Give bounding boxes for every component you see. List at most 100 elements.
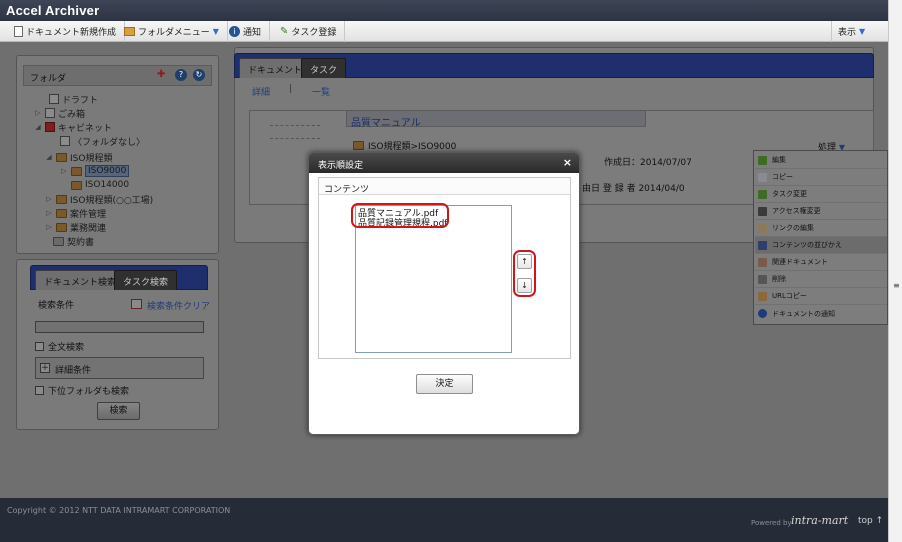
help-icon[interactable]: ? [175,69,187,81]
info-icon: i [229,26,240,37]
fulltext-checkbox-row[interactable]: 全文検索 [35,340,84,353]
tree-item-label: ごみ箱 [58,109,86,120]
tree-item-iso-factory[interactable]: ▷ ISO規程類(○○工場) [45,193,153,206]
menu-item-access[interactable]: アクセス権変更 [755,203,887,220]
task-register-button[interactable]: ✎ タスク登録 [274,21,346,42]
clear-icon [131,299,142,309]
tree-item-project[interactable]: ▷ 案件管理 [45,207,106,220]
folder-menu-button[interactable]: フォルダメニュー ▼ [118,21,228,42]
expand-icon[interactable]: ▷ [60,167,68,175]
tab-document-search[interactable]: ドキュメント検索 [35,270,126,290]
menu-item-label: 編集 [772,156,786,164]
menu-item-link-edit[interactable]: リンクの編集 [755,220,887,237]
plus-icon[interactable]: + [40,363,50,373]
contract-icon [53,236,64,246]
highlight-annotation [513,250,536,297]
menu-item-related[interactable]: 関連ドキュメント [755,254,887,271]
folder-icon [71,180,82,190]
registered-info: 由日 登 録 者 2014/04/0 [582,184,685,194]
folder-icon [56,194,67,204]
app-title: Accel Archiver [6,3,100,18]
tree-item-iso14000[interactable]: ISO14000 [60,179,129,191]
chevron-down-icon: ▼ [859,27,866,36]
toolbar: ドキュメント新規作成 フォルダメニュー ▼ i 通知 ✎ タスク登録 表示 ▼ [0,21,888,42]
tab-task-search[interactable]: タスク検索 [114,270,178,290]
menu-item-label: 削除 [772,275,786,283]
folder-panel-title: フォルダ [30,74,67,84]
tree-item-label: ISO規程類 [70,153,113,164]
sort-order-dialog: 表示順設定 × コンテンツ 品質マニュアル.pdf 品質記録管理規程.pdf ↑… [308,152,580,435]
tree-item-draft[interactable]: ドラフト [38,93,98,106]
tree-item-label: ISO9000 [85,165,130,177]
menu-item-label: コンテンツの並びかえ [772,241,842,249]
clear-condition-link[interactable]: 検索条件クリア [147,299,210,312]
folder-icon [56,152,67,162]
search-condition-label: 検索条件 [38,301,75,311]
contents-section-header: コンテンツ [319,178,570,195]
tree-item-iso[interactable]: ◢ ISO規程類 [45,151,113,164]
menu-item-notify[interactable]: ドキュメントの通知 [755,305,887,322]
link-icon [758,223,767,233]
folder-none-icon [60,136,70,146]
notice-button[interactable]: i 通知 [223,21,271,42]
document-title-bar: 品質マニュアル [346,110,646,129]
tree-item-label: ISO14000 [85,180,130,190]
edit-icon [758,155,767,165]
expand-icon[interactable]: ▷ [34,109,42,117]
scroll-grip-icon[interactable]: ≡ [893,281,900,290]
document-title[interactable]: 品質マニュアル [351,114,421,129]
highlight-annotation [351,203,449,228]
menu-item-label: 関連ドキュメント [772,258,828,266]
contents-section: コンテンツ 品質マニュアル.pdf 品質記録管理規程.pdf ↑ ↓ [318,177,571,359]
fulltext-checkbox[interactable] [35,342,44,351]
new-document-button[interactable]: ドキュメント新規作成 [8,21,126,42]
folder-icon [353,141,364,150]
collapse-icon[interactable]: ◢ [34,123,42,131]
tree-item-label: 契約書 [67,237,95,248]
trash-icon [45,108,55,118]
tab-task[interactable]: タスク [301,58,347,78]
ok-button[interactable]: 決定 [416,374,473,394]
expand-icon[interactable]: ▷ [45,209,53,217]
menu-item-copy[interactable]: コピー [755,169,887,186]
tree-item-business[interactable]: ▷ 業務関連 [45,221,106,234]
folder-icon [56,208,67,218]
menu-item-sort-contents[interactable]: コンテンツの並びかえ [755,237,887,254]
display-menu-button[interactable]: 表示 ▼ [831,21,873,42]
pin-icon[interactable]: ✚ [157,69,169,81]
info-icon [758,309,767,318]
tree-item-contract[interactable]: 契約書 [53,235,95,248]
document-thumbnail [270,125,320,139]
tree-item-cabinet[interactable]: ◢ キャビネット [34,121,112,134]
view-detail-link[interactable]: 詳細 [252,85,270,98]
collapse-icon[interactable]: ◢ [45,153,53,161]
refresh-icon[interactable]: ↻ [193,69,205,81]
menu-item-label: ドキュメントの通知 [772,309,835,318]
tree-item-no-folder[interactable]: 〈フォルダなし〉 [49,135,145,148]
menu-item-delete[interactable]: 削除 [755,271,887,288]
expand-icon[interactable]: ▷ [45,223,53,231]
tree-item-trash[interactable]: ▷ ごみ箱 [34,107,86,120]
menu-item-edit[interactable]: 編集 [755,152,887,169]
detail-condition-box[interactable]: + 詳細条件 [35,357,204,379]
tree-item-iso9000[interactable]: ▷ ISO9000 [60,165,130,177]
footer: Copyright © 2012 NTT DATA INTRAMART CORP… [0,498,888,542]
menu-item-label: コピー [772,173,793,181]
search-button[interactable]: 検索 [97,402,140,420]
tab-label: タスク [310,66,338,76]
trash-icon [758,274,767,284]
folder-panel-header: フォルダ ✚ ? ↻ [23,65,212,86]
search-input[interactable] [35,321,204,333]
subfolder-checkbox-row[interactable]: 下位フォルダも検索 [35,384,129,397]
view-list-link[interactable]: 一覧 [312,85,330,98]
expand-icon[interactable]: ▷ [45,195,53,203]
menu-item-task-change[interactable]: タスク変更 [755,186,887,203]
close-icon[interactable]: × [563,156,572,169]
subfolder-checkbox[interactable] [35,386,44,395]
menu-item-url-copy[interactable]: URLコピー [755,288,887,305]
vertical-scrollbar[interactable]: ≡ [888,0,902,542]
top-link[interactable]: top ↑ [858,516,883,526]
related-doc-icon [758,257,767,267]
app-header: Accel Archiver [0,0,888,21]
new-document-icon [14,26,23,37]
